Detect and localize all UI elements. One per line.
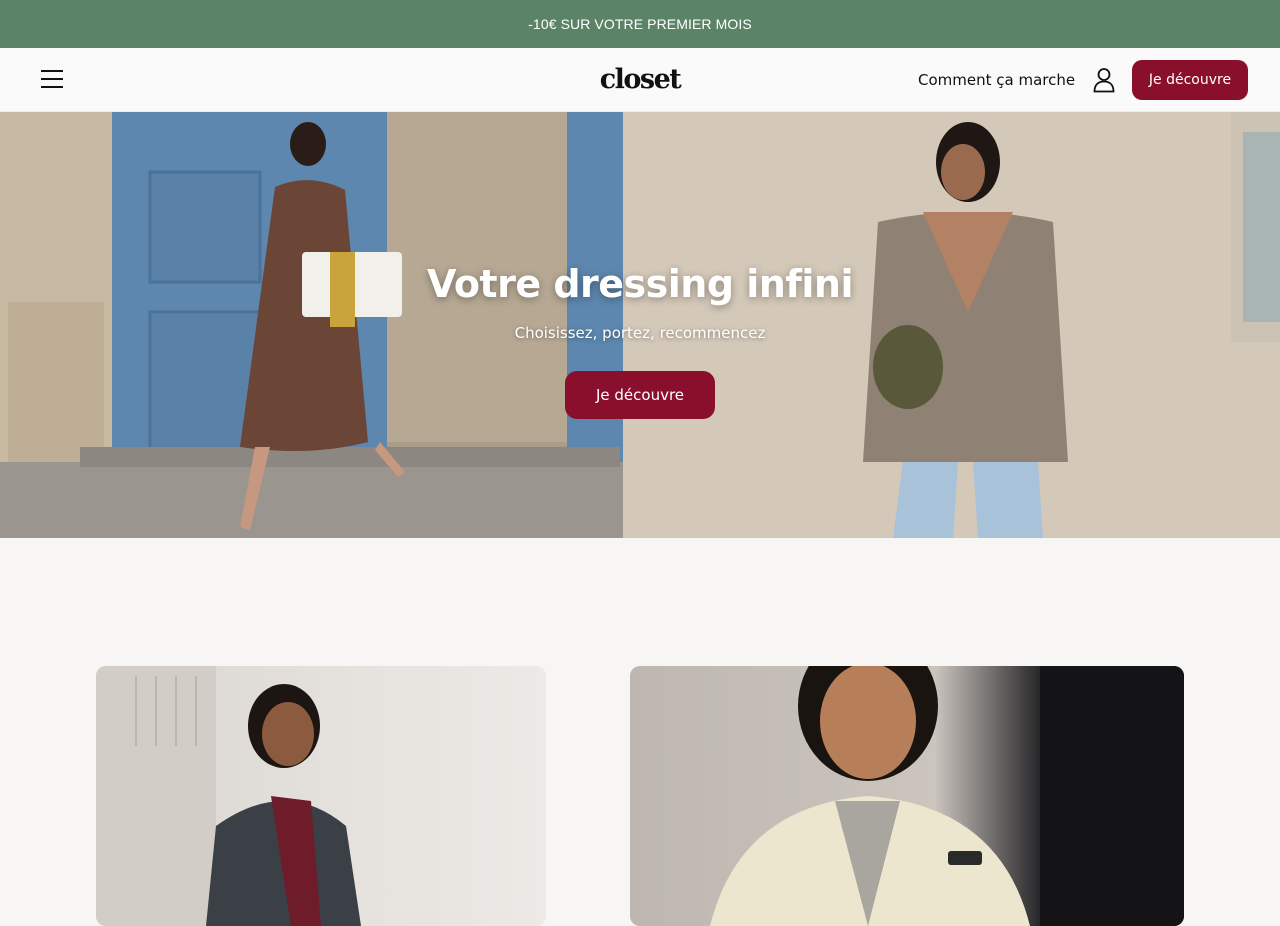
model-card-left[interactable] [96, 666, 546, 926]
hero-subtitle: Choisissez, portez, recommencez [514, 324, 766, 342]
hero-section: Votre dressing infini Choisissez, portez… [0, 112, 1280, 538]
model-card-right[interactable] [630, 666, 1184, 926]
hero-title: Votre dressing infini [426, 262, 854, 306]
hero-discover-button[interactable]: Je découvre [565, 371, 715, 419]
promo-banner: -10€ SUR VOTRE PREMIER MOIS [0, 0, 1280, 48]
user-icon[interactable] [1092, 67, 1116, 93]
hamburger-menu-icon[interactable] [38, 68, 66, 92]
header-discover-button[interactable]: Je découvre [1132, 60, 1248, 100]
how-it-works-link[interactable]: Comment ça marche [918, 68, 1075, 92]
site-header: closet Comment ça marche Je découvre [0, 48, 1280, 112]
logo[interactable]: closet [560, 62, 720, 98]
promo-text: -10€ SUR VOTRE PREMIER MOIS [528, 16, 752, 32]
